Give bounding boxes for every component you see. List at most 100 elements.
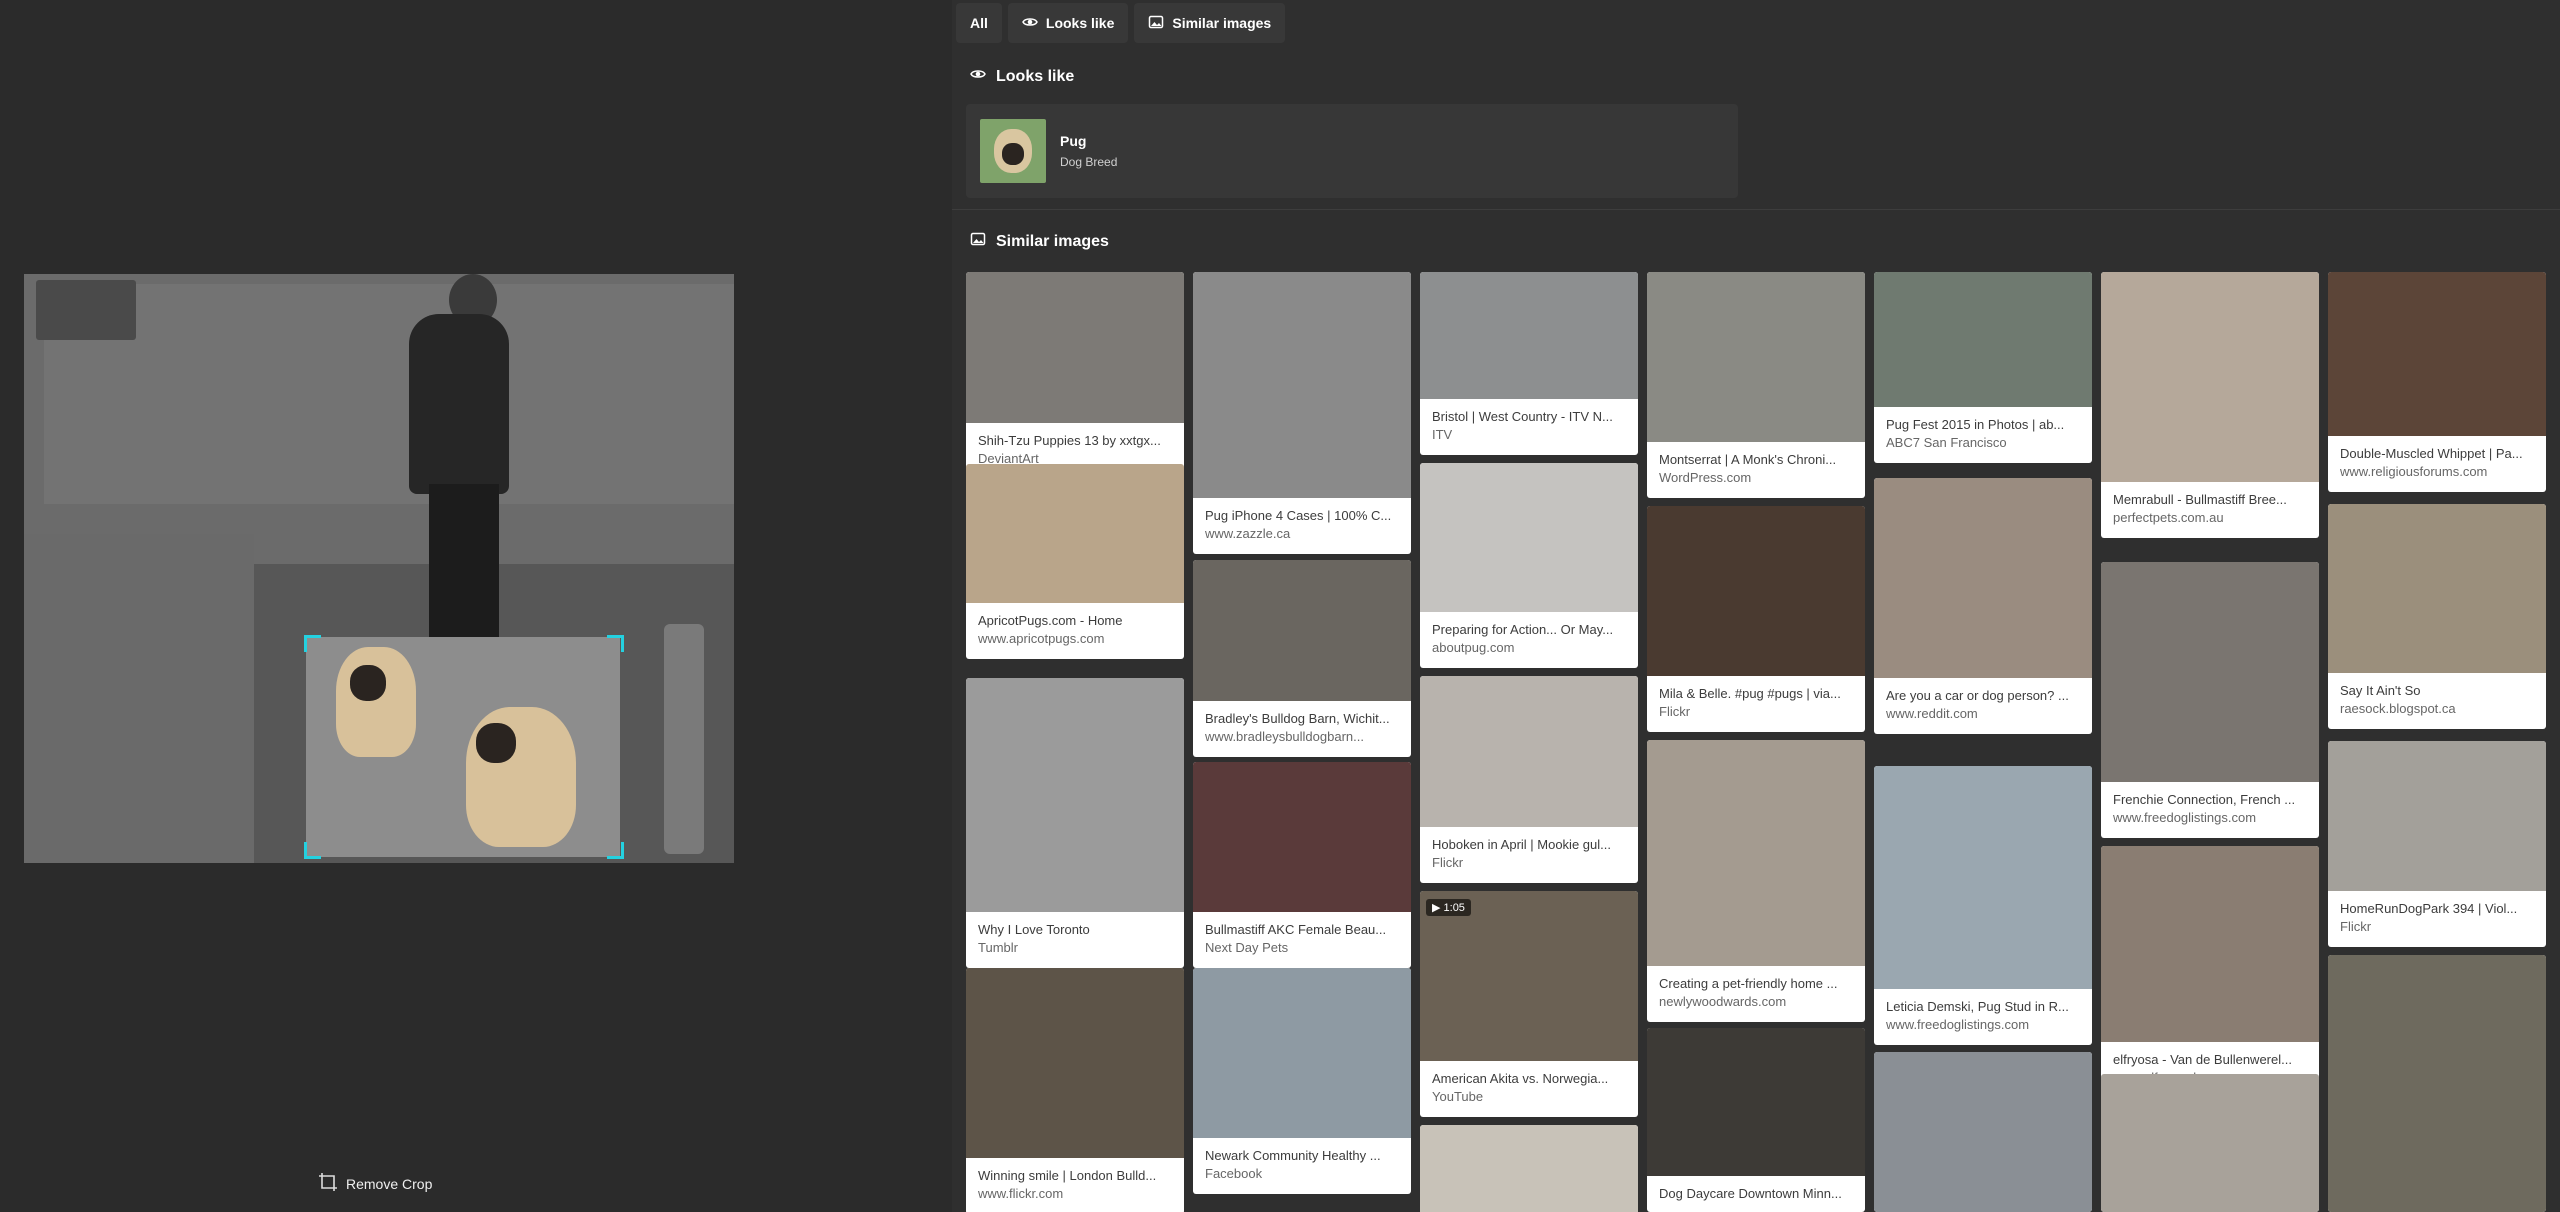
result-card[interactable]: Bradley's Bulldog Barn, Wichit... www.bra… [1193, 560, 1411, 757]
result-card[interactable]: Winning smile | London Bulld... www.flick… [966, 968, 1184, 1212]
result-card[interactable]: Montserrat | A Monk's Chroni... WordPress… [1647, 272, 1865, 498]
result-card[interactable]: Memrabull - Bullmastiff Bree... perfectpe… [2101, 272, 2319, 538]
result-source: www.freedoglistings.com [2113, 810, 2257, 825]
result-title: Are you a car or dog person? ... [1886, 688, 2069, 703]
results-pane: All Looks like Similar images Looks like… [952, 0, 2560, 1212]
result-card[interactable]: HomeRunDogPark 394 | Viol... Flickr [2328, 741, 2546, 947]
result-thumbnail [2101, 272, 2319, 482]
result-card[interactable]: Double-Muscled Whippet | Pa... www.religi… [2328, 272, 2546, 492]
result-source: ABC7 San Francisco [1886, 435, 2007, 450]
result-title: HomeRunDogPark 394 | Viol... [2340, 901, 2518, 916]
result-title: Memrabull - Bullmastiff Bree... [2113, 492, 2287, 507]
result-thumbnail [1193, 762, 1411, 912]
result-thumbnail [2101, 846, 2319, 1042]
result-source: aboutpug.com [1432, 640, 1515, 655]
background-wall-panel [44, 284, 734, 504]
crop-handle-top-left[interactable] [304, 635, 321, 652]
result-card[interactable]: Shih-Tzu Puppies 13 by xxtgx... DeviantAr… [966, 272, 1184, 479]
tab-similar-images-label: Similar images [1172, 15, 1272, 31]
result-source: www.apricotpugs.com [978, 631, 1105, 646]
similar-images-title: Similar images [996, 232, 1109, 250]
result-thumbnail [966, 272, 1184, 423]
remove-crop-button[interactable]: Remove Crop [318, 1172, 432, 1195]
result-title: Shih-Tzu Puppies 13 by xxtgx... [978, 433, 1161, 448]
result-thumbnail [1874, 478, 2092, 678]
result-title: Leticia Demski, Pug Stud in R... [1886, 999, 2069, 1014]
crop-handle-bottom-left[interactable] [304, 842, 321, 859]
result-card[interactable]: Are you a car or dog person? ... www.redd… [1874, 478, 2092, 734]
result-card[interactable]: ▶ 1:05 American Akita vs. Norwegia... YouT… [1420, 891, 1638, 1117]
crop-region[interactable] [306, 637, 620, 857]
result-card[interactable] [2328, 955, 2546, 1212]
tab-looks-like[interactable]: Looks like [1007, 3, 1129, 43]
result-source: www.flickr.com [978, 1186, 1064, 1201]
result-source: Flickr [1659, 704, 1691, 719]
result-title: Hoboken in April | Mookie gul... [1432, 837, 1611, 852]
result-title: ApricotPugs.com - Home [978, 613, 1123, 628]
result-title: Creating a pet-friendly home ... [1659, 976, 1838, 991]
result-source: Tumblr [978, 940, 1018, 955]
result-source: ITV [1432, 427, 1453, 442]
result-source: Flickr [1432, 855, 1464, 870]
result-thumbnail [1420, 676, 1638, 827]
similar-images-heading: Similar images [970, 231, 1109, 252]
result-card[interactable]: Pug Fest 2015 in Photos | ab... ABC7 San … [1874, 272, 2092, 463]
result-card[interactable] [1420, 1125, 1638, 1212]
result-source: www.zazzle.ca [1205, 526, 1291, 541]
video-duration-badge: ▶ 1:05 [1426, 899, 1471, 916]
result-source: www.freedoglistings.com [1886, 1017, 2030, 1032]
eye-icon [1022, 14, 1038, 33]
result-thumbnail [1420, 1125, 1638, 1212]
embedded-thumbnail [36, 280, 136, 340]
result-card[interactable]: ApricotPugs.com - Home www.apricotpugs.co… [966, 464, 1184, 659]
result-card[interactable] [2101, 1074, 2319, 1212]
result-thumbnail [1647, 1028, 1865, 1176]
result-thumbnail [1647, 272, 1865, 442]
result-card[interactable]: Bullmastiff AKC Female Beau... Next Day P… [1193, 762, 1411, 968]
result-card[interactable]: Pug iPhone 4 Cases | 100% C... www.zazzle… [1193, 272, 1411, 554]
crop-handle-top-right[interactable] [607, 635, 624, 652]
result-card[interactable]: Why I Love Toronto Tumblr [966, 678, 1184, 968]
result-card[interactable] [1874, 1052, 2092, 1212]
tab-similar-images[interactable]: Similar images [1134, 3, 1286, 43]
entity-type: Dog Breed [1060, 155, 1118, 169]
result-title: Double-Muscled Whippet | Pa... [2340, 446, 2523, 461]
result-thumbnail [2101, 562, 2319, 782]
result-card[interactable]: Hoboken in April | Mookie gul... Flickr [1420, 676, 1638, 883]
result-title: Bullmastiff AKC Female Beau... [1205, 922, 1387, 937]
result-title: Newark Community Healthy ... [1205, 1148, 1381, 1163]
result-thumbnail [966, 464, 1184, 603]
pug-left [336, 647, 416, 757]
result-card[interactable]: Frenchie Connection, French ... www.freed… [2101, 562, 2319, 838]
result-card[interactable]: Preparing for Action... Or May... aboutpu… [1420, 463, 1638, 668]
result-thumbnail [1874, 1052, 2092, 1212]
result-title: Mila & Belle. #pug #pugs | via... [1659, 686, 1841, 701]
crop-handle-bottom-right[interactable] [607, 842, 624, 859]
result-card[interactable]: Leticia Demski, Pug Stud in R... www.free… [1874, 766, 2092, 1045]
result-card[interactable]: Creating a pet-friendly home ... newlywoo… [1647, 740, 1865, 1022]
result-thumbnail [1193, 272, 1411, 498]
result-thumbnail [966, 678, 1184, 912]
result-thumbnail [2101, 1074, 2319, 1212]
result-card[interactable]: Dog Daycare Downtown Minn... [1647, 1028, 1865, 1212]
result-card[interactable]: Say It Ain't So raesock.blogspot.ca [2328, 504, 2546, 729]
result-card[interactable]: Mila & Belle. #pug #pugs | via... Flickr [1647, 506, 1865, 732]
similar-images-grid: Shih-Tzu Puppies 13 by xxtgx... DeviantAr… [966, 272, 2560, 1212]
entity-card-pug[interactable]: Pug Dog Breed [966, 104, 1738, 198]
result-source: perfectpets.com.au [2113, 510, 2224, 525]
result-source: raesock.blogspot.ca [2340, 701, 2456, 716]
result-title: Say It Ain't So [2340, 683, 2421, 698]
image-icon [1148, 14, 1164, 33]
result-thumbnail [966, 968, 1184, 1158]
result-thumbnail [1647, 506, 1865, 676]
eye-icon [970, 66, 986, 87]
result-title: Winning smile | London Bulld... [978, 1168, 1157, 1183]
tab-all[interactable]: All [956, 3, 1002, 43]
result-title: Pug Fest 2015 in Photos | ab... [1886, 417, 2065, 432]
result-card[interactable]: elfryosa - Van de Bullenwerel...www.elfr… [2101, 846, 2319, 1098]
section-divider [952, 209, 2560, 210]
result-title: elfryosa - Van de Bullenwerel... [2113, 1052, 2292, 1067]
result-card[interactable]: Newark Community Healthy ... Facebook [1193, 968, 1411, 1194]
tab-bar: All Looks like Similar images [952, 0, 1289, 46]
result-card[interactable]: Bristol | West Country - ITV N... ITV [1420, 272, 1638, 455]
